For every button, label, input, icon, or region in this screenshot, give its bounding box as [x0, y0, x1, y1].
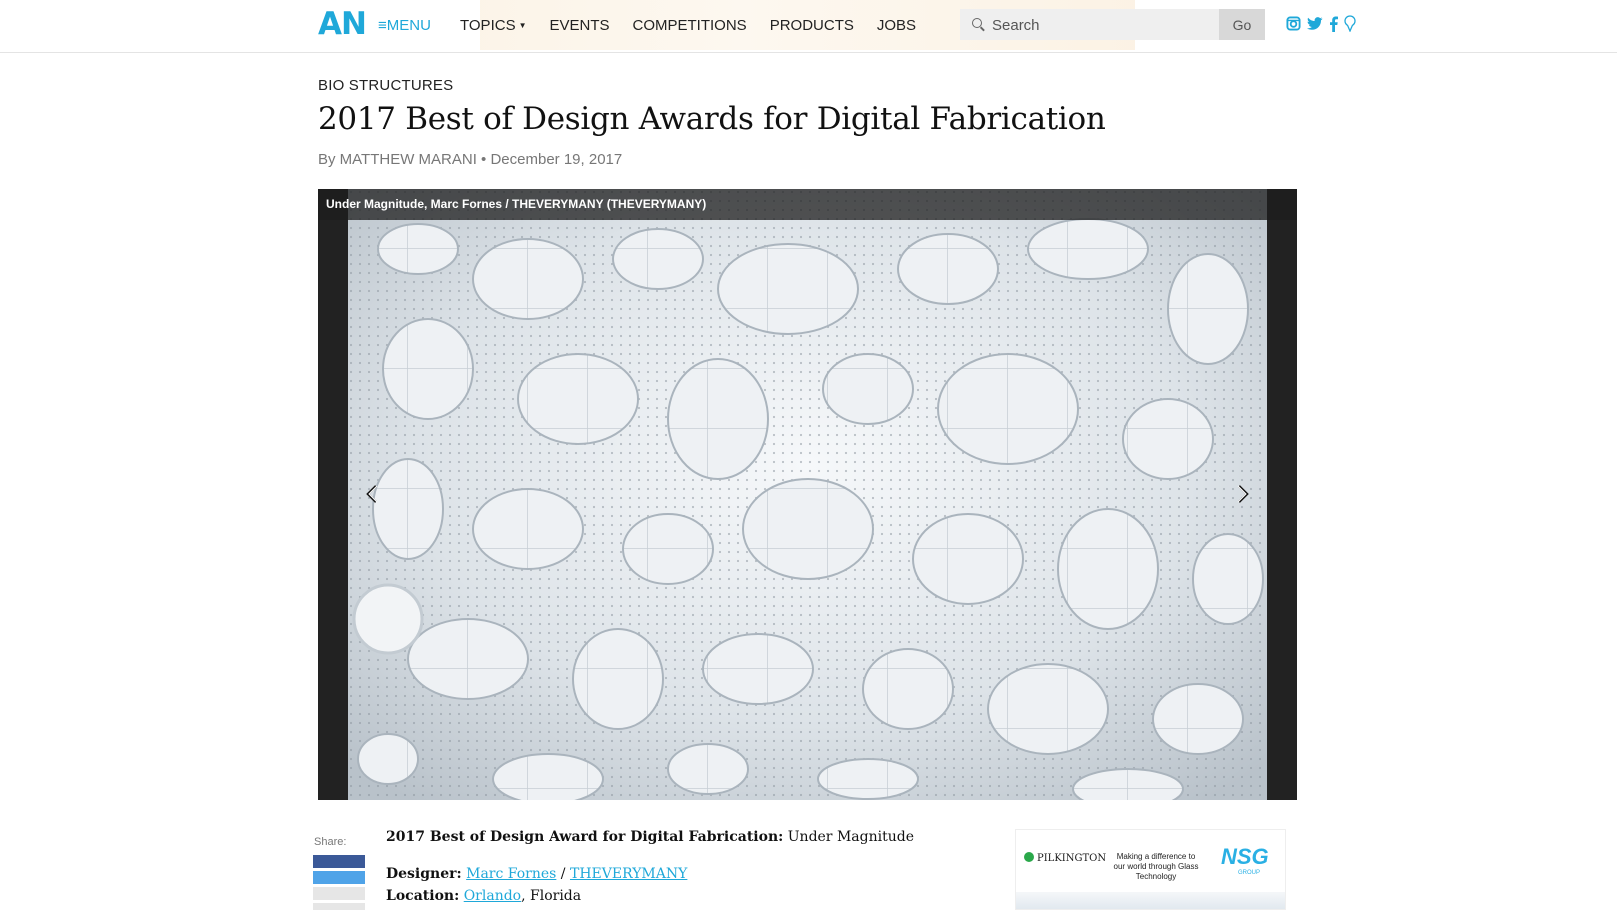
search-icon [972, 18, 982, 28]
nav-products[interactable]: PRODUCTS [770, 17, 854, 34]
sidebar-ad[interactable]: PILKINGTON Making a difference to our wo… [1015, 829, 1286, 910]
chevron-right-icon [1237, 485, 1249, 503]
slide-image[interactable] [348, 189, 1267, 800]
share-button[interactable] [313, 887, 365, 900]
pin-icon[interactable] [1344, 15, 1356, 32]
nav-competitions[interactable]: COMPETITIONS [633, 17, 747, 34]
award-line: 2017 Best of Design Award for Digital Fa… [386, 829, 914, 845]
slide-prev-button[interactable] [361, 482, 383, 506]
designer-line: Designer: Marc Fornes / THEVERYMANY [386, 866, 687, 882]
award-value: Under Magnitude [783, 829, 914, 845]
caption-bar: Under Magnitude, Marc Fornes / THEVERYMA… [318, 189, 1297, 220]
ad-tagline: Making a difference to our world through… [1113, 852, 1199, 881]
location-label: Location: [386, 888, 460, 904]
instagram-icon[interactable] [1286, 16, 1301, 31]
article-byline: By MATTHEW MARANI • December 19, 2017 [318, 151, 623, 168]
share-facebook-button[interactable] [313, 855, 365, 868]
nav-topics[interactable]: TOPICS ▼ [460, 17, 527, 34]
pilkington-mark-icon [1024, 852, 1034, 862]
designer-link-theverymany[interactable]: THEVERYMANY [570, 866, 687, 882]
caret-down-icon: ▼ [518, 21, 527, 30]
menu-button[interactable]: ≡MENU [378, 17, 431, 34]
main-nav: TOPICS ▼ EVENTS COMPETITIONS PRODUCTS JOB… [460, 17, 916, 34]
designer-separator: / [556, 866, 570, 882]
share-twitter-button[interactable] [313, 871, 365, 884]
nav-jobs[interactable]: JOBS [877, 17, 916, 34]
article-category[interactable]: BIO STRUCTURES [318, 77, 453, 94]
slide-caption: Under Magnitude, Marc Fornes / THEVERYMA… [326, 197, 707, 211]
pilkington-logo: PILKINGTON [1024, 852, 1106, 864]
bio-structure-photo [348, 189, 1267, 800]
chevron-left-icon [366, 485, 378, 503]
twitter-icon[interactable] [1307, 16, 1323, 31]
award-label: 2017 Best of Design Award for Digital Fa… [386, 829, 784, 845]
slide-next-button[interactable] [1232, 482, 1254, 506]
ad-image-strip [1016, 892, 1285, 909]
social-links [1286, 15, 1356, 32]
nsg-logo: NSG [1221, 844, 1269, 869]
location-rest: , Florida [521, 888, 582, 904]
location-line: Location: Orlando, Florida [386, 888, 581, 904]
facebook-icon[interactable] [1329, 16, 1338, 32]
location-link-orlando[interactable]: Orlando [464, 888, 521, 904]
search-go-button[interactable]: Go [1219, 9, 1265, 40]
nsg-group-label: GROUP [1238, 870, 1261, 876]
article-title: 2017 Best of Design Awards for Digital F… [318, 101, 1106, 137]
nav-events[interactable]: EVENTS [550, 17, 610, 34]
search-input[interactable] [990, 9, 1219, 42]
designer-link-marc-fornes[interactable]: Marc Fornes [466, 866, 556, 882]
designer-label: Designer: [386, 866, 462, 882]
share-button[interactable] [313, 903, 365, 910]
site-logo[interactable]: AN [318, 6, 367, 42]
image-slideshow[interactable]: Under Magnitude, Marc Fornes / THEVERYMA… [318, 189, 1297, 800]
share-label: Share: [314, 836, 347, 848]
